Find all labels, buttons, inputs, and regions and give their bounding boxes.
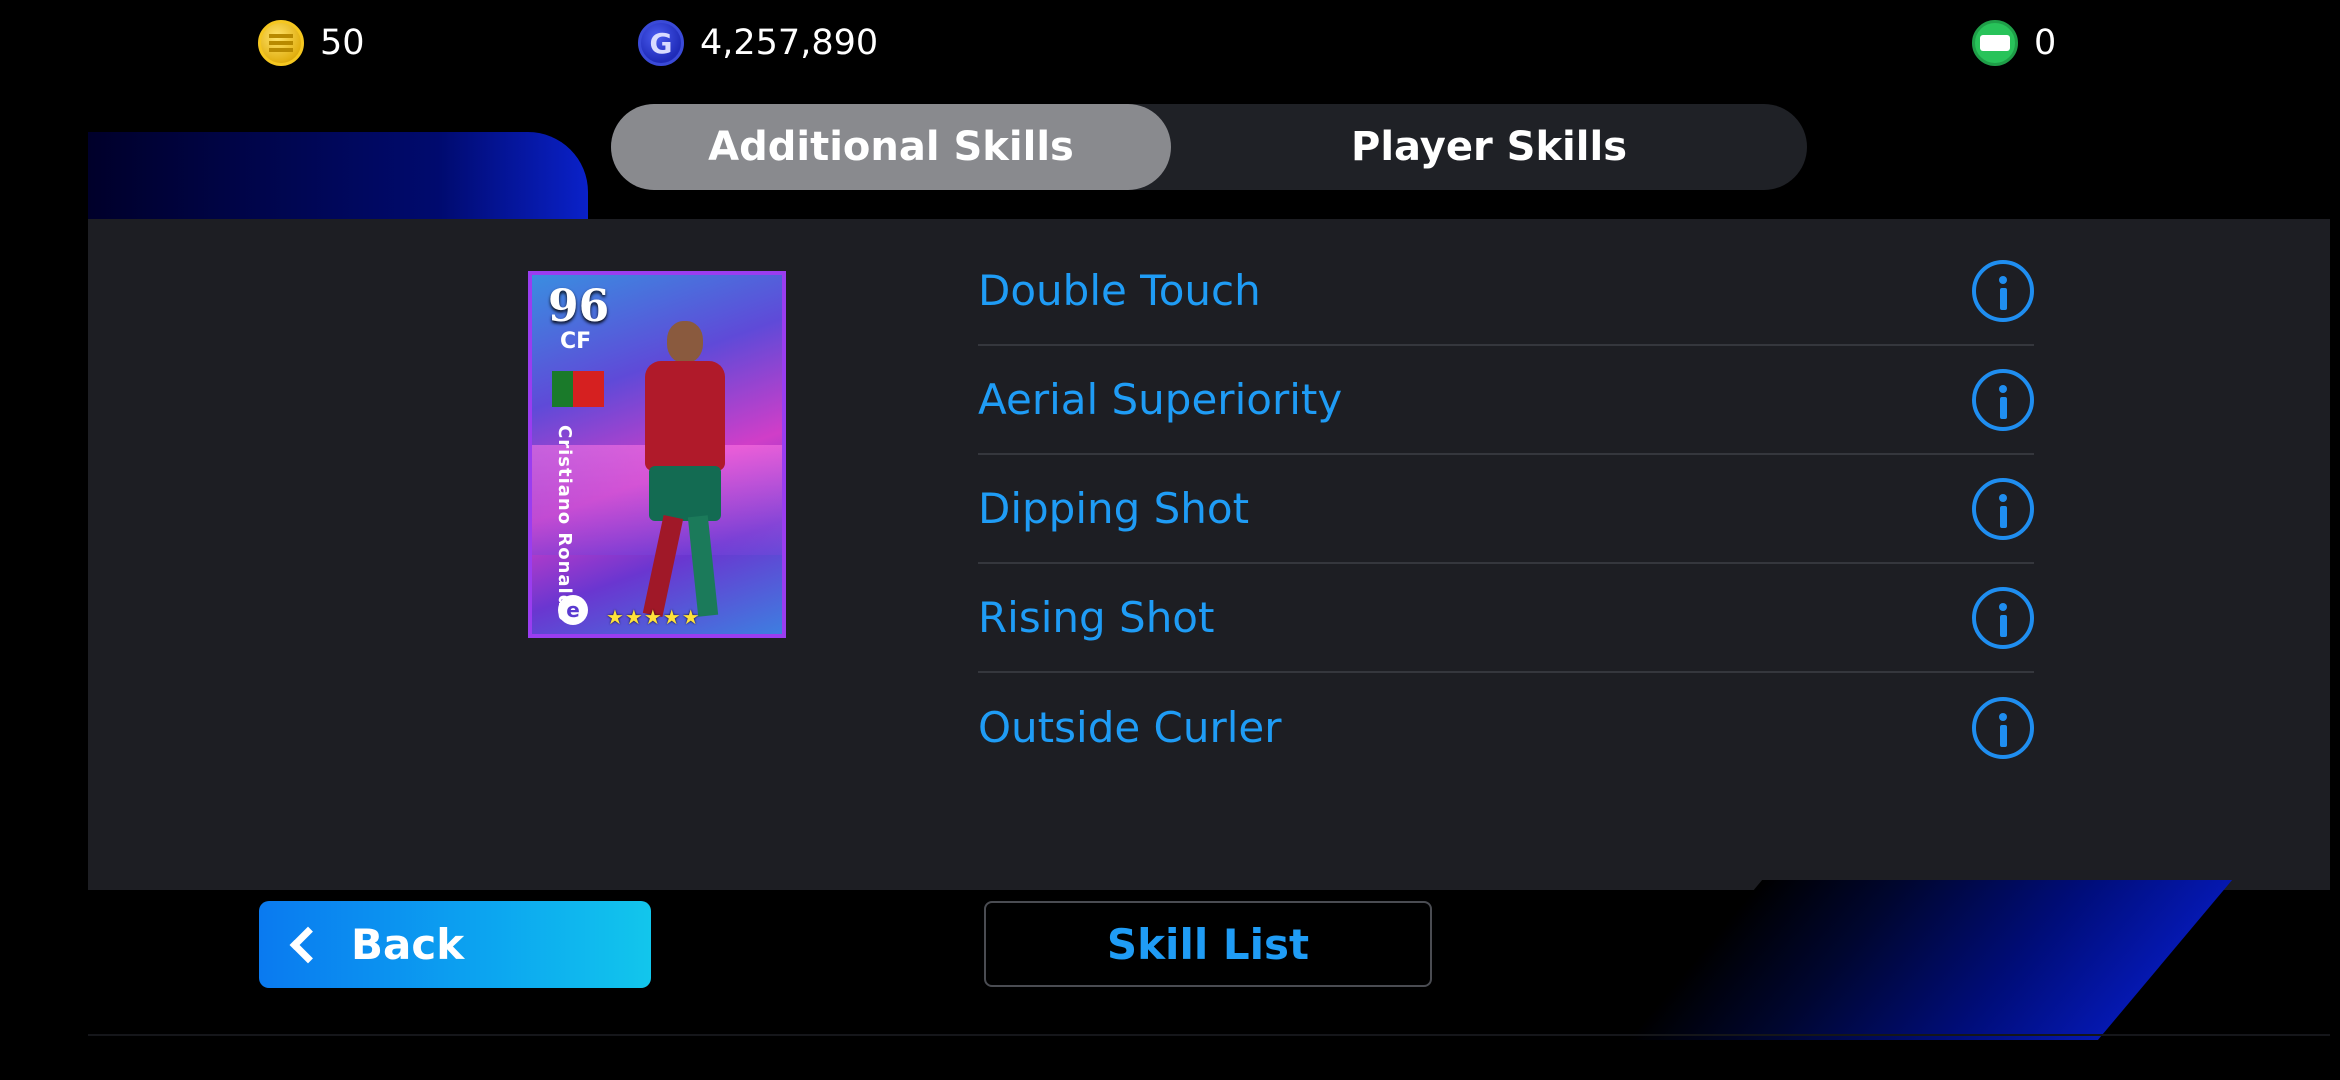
gp-counter: G 4,257,890 (638, 18, 878, 68)
card-stars: ★★★★★ (606, 605, 701, 629)
skill-row: Double Touch (978, 237, 2034, 346)
chevron-left-icon (289, 926, 327, 963)
divider (88, 1034, 2330, 1036)
skill-name: Aerial Superiority (978, 375, 1343, 424)
ticket-icon (1972, 20, 2018, 66)
skill-row: Aerial Superiority (978, 346, 2034, 455)
info-icon[interactable] (1972, 696, 2034, 759)
info-icon[interactable] (1972, 259, 2034, 322)
skills-list: Double Touch Aerial Superiority Dipping … (978, 237, 2034, 782)
tab-player-skills[interactable]: Player Skills (1171, 104, 1807, 190)
gp-coin-icon: G (638, 20, 684, 66)
coins-value: 50 (320, 23, 365, 63)
player-image (627, 321, 737, 634)
player-card: 96 CF Cristiano Ronaldo e ★★★★★ (528, 271, 786, 638)
tickets-counter: 0 (1972, 18, 2056, 68)
efootball-logo-icon: e (558, 595, 588, 625)
player-name: Cristiano Ronaldo (554, 425, 575, 622)
back-button[interactable]: Back (259, 901, 651, 988)
skill-list-button[interactable]: Skill List (984, 901, 1432, 987)
player-position: CF (560, 329, 592, 354)
gp-value: 4,257,890 (700, 23, 879, 63)
coins-counter: 50 (258, 18, 365, 68)
tab-additional-skills[interactable]: Additional Skills (611, 104, 1171, 190)
decorative-blue-shape-left (88, 132, 588, 222)
skill-row: Outside Curler (978, 673, 2034, 782)
info-icon[interactable] (1972, 586, 2034, 649)
player-rating: 96 (548, 281, 610, 332)
portugal-flag-icon (552, 371, 604, 407)
skill-tabs: Additional Skills Player Skills (611, 104, 1807, 190)
info-icon[interactable] (1972, 368, 2034, 431)
decorative-blue-shape-right (1627, 880, 2233, 1040)
back-button-label: Back (351, 920, 465, 969)
skill-row: Dipping Shot (978, 455, 2034, 564)
ecoin-icon (258, 20, 304, 66)
skill-name: Outside Curler (978, 703, 1282, 752)
info-icon[interactable] (1972, 477, 2034, 540)
skill-name: Double Touch (978, 266, 1261, 315)
skill-row: Rising Shot (978, 564, 2034, 673)
skill-name: Dipping Shot (978, 484, 1250, 533)
skill-name: Rising Shot (978, 593, 1215, 642)
tickets-value: 0 (2034, 23, 2057, 63)
skill-list-button-label: Skill List (1106, 919, 1310, 969)
